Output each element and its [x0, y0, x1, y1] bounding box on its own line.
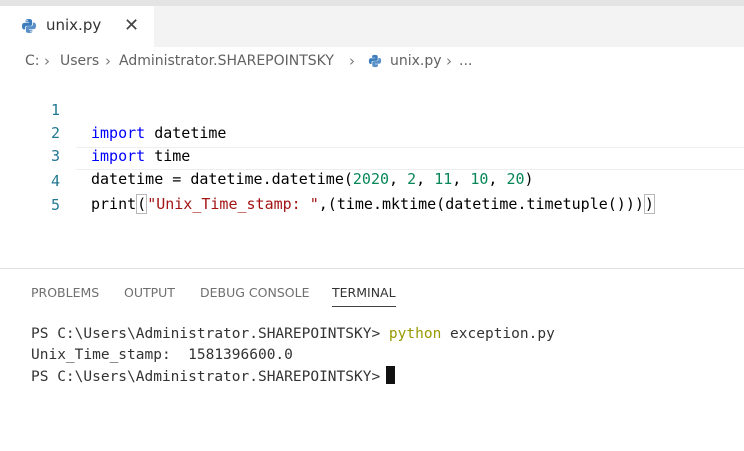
chevron-right-icon: › [105, 52, 111, 70]
terminal-line: PS C:\Users\Administrator.SHAREPOINTSKY>… [31, 324, 555, 344]
matched-bracket: ) [643, 194, 655, 214]
active-tab-indicator [332, 306, 396, 307]
code-line: 2 import time [0, 99, 744, 165]
breadcrumb-item-symbols[interactable]: ... [459, 53, 472, 69]
chevron-right-icon: › [446, 52, 452, 70]
breadcrumb-item-file[interactable]: unix.py [390, 53, 442, 69]
python-file-icon [22, 19, 36, 33]
code-text: print("Unix_Time_stamp: ",(time.mktime(d… [91, 193, 655, 216]
tab-terminal[interactable]: TERMINAL [332, 285, 396, 300]
code-line: 4 print("Unix_Time_stamp: ",(time.mktime… [0, 147, 744, 214]
terminal-prompt: PS C:\Users\Administrator.SHAREPOINTSKY> [31, 326, 389, 342]
editor-tab-bar: unix.py ✕ [0, 6, 744, 47]
breadcrumb-item-users[interactable]: Users [60, 53, 99, 69]
tab-output[interactable]: OUTPUT [124, 285, 175, 300]
code-line: 1 import datetime [0, 76, 744, 142]
code-token: ,(time.mktime(datetime.timetuple())) [318, 195, 644, 213]
tab-unix-py[interactable]: unix.py ✕ [0, 6, 154, 47]
chevron-right-icon: › [349, 52, 355, 70]
code-line: 5 [0, 171, 744, 214]
chevron-right-icon: › [44, 52, 50, 70]
python-file-icon [368, 54, 382, 68]
terminal-command-arg: exception.py [441, 326, 555, 342]
matched-bracket: ( [136, 194, 148, 214]
line-number: 5 [50, 196, 60, 214]
tab-debug-console[interactable]: DEBUG CONSOLE [200, 285, 309, 300]
breadcrumb-item-drive[interactable]: C: [25, 53, 40, 69]
terminal-output: Unix_Time_stamp: 1581396600.0 [31, 347, 293, 363]
terminal-command: python [388, 326, 442, 342]
string-token: "Unix_Time_stamp: " [147, 195, 319, 213]
terminal-prompt: PS C:\Users\Administrator.SHAREPOINTSKY> [31, 369, 381, 385]
terminal-line[interactable]: PS C:\Users\Administrator.SHAREPOINTSKY> [31, 366, 396, 387]
tab-label: unix.py [46, 16, 102, 34]
breadcrumb-item-administrator[interactable]: Administrator.SHAREPOINTSKY [119, 53, 334, 69]
code-token: print [91, 195, 137, 213]
tab-problems[interactable]: PROBLEMS [31, 285, 99, 300]
bottom-panel: PROBLEMS OUTPUT DEBUG CONSOLE TERMINAL P… [0, 268, 744, 451]
code-editor[interactable]: 1 import datetime 2 import time 3 dateti… [0, 75, 744, 265]
breadcrumb: C: › Users › Administrator.SHAREPOINTSKY… [0, 47, 744, 75]
terminal-cursor [386, 366, 396, 384]
close-icon[interactable]: ✕ [124, 12, 139, 40]
code-line: 3 datetime = datetime.datetime(2020, 2, … [0, 122, 744, 188]
